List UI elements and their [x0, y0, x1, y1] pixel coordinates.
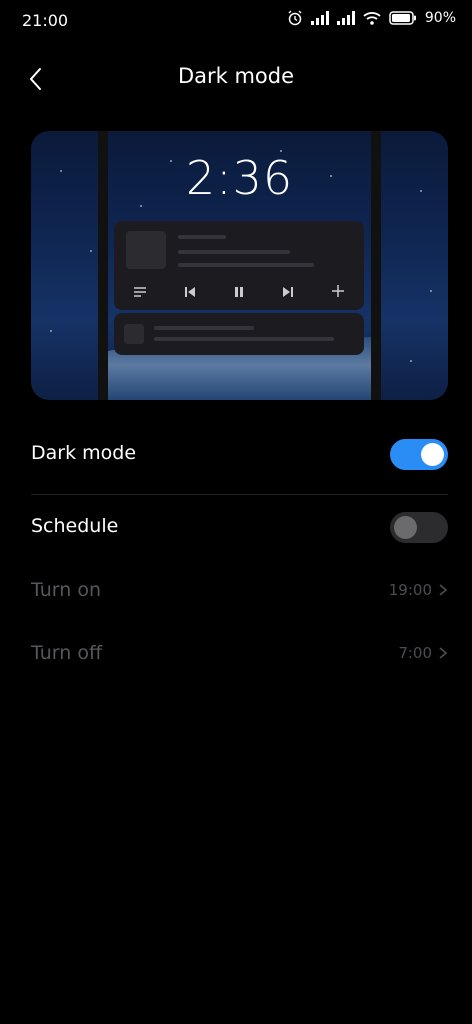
dark-mode-toggle[interactable] [390, 439, 448, 470]
page-title: Dark mode [177, 64, 295, 88]
next-icon [282, 283, 294, 302]
status-bar: 21:00 90% [0, 0, 472, 42]
turn-on-row[interactable]: Turn on 19:00 [31, 571, 448, 611]
header: Dark mode [0, 52, 472, 102]
schedule-row[interactable]: Schedule [31, 507, 448, 547]
battery-icon [389, 11, 417, 25]
turn-on-label: Turn on [31, 579, 101, 601]
dark-mode-row[interactable]: Dark mode [31, 434, 448, 474]
chevron-right-icon [439, 647, 448, 659]
dark-mode-preview: 2:36 [31, 131, 448, 400]
list-icon [133, 283, 147, 302]
previous-icon [184, 283, 196, 302]
album-art [126, 231, 166, 269]
notification [114, 313, 364, 355]
status-icons: 90% [287, 10, 456, 26]
turn-off-label: Turn off [31, 642, 103, 664]
turn-off-value-button[interactable]: 7:00 [398, 644, 448, 662]
dark-mode-label: Dark mode [31, 442, 137, 464]
signal-icon [310, 11, 329, 25]
signal-icon [336, 11, 355, 25]
schedule-toggle[interactable] [390, 512, 448, 543]
schedule-label: Schedule [31, 515, 119, 537]
chevron-right-icon [439, 584, 448, 596]
toggle-knob [394, 516, 417, 539]
turn-off-row[interactable]: Turn off 7:00 [31, 634, 448, 674]
status-time: 21:00 [22, 11, 69, 30]
wifi-icon [363, 11, 381, 25]
turn-on-value-button[interactable]: 19:00 [389, 581, 448, 599]
media-controls [114, 282, 364, 302]
toggle-knob [421, 443, 444, 466]
alarm-icon [287, 10, 303, 26]
preview-clock: 2:36 [185, 151, 294, 205]
battery-level: 90% [424, 10, 456, 26]
media-notification [114, 221, 364, 310]
turn-on-time: 19:00 [388, 581, 432, 599]
pause-icon [233, 283, 245, 302]
turn-off-time: 7:00 [398, 644, 432, 662]
notification-icon [124, 324, 144, 344]
plus-icon [331, 283, 345, 302]
divider [31, 494, 448, 495]
